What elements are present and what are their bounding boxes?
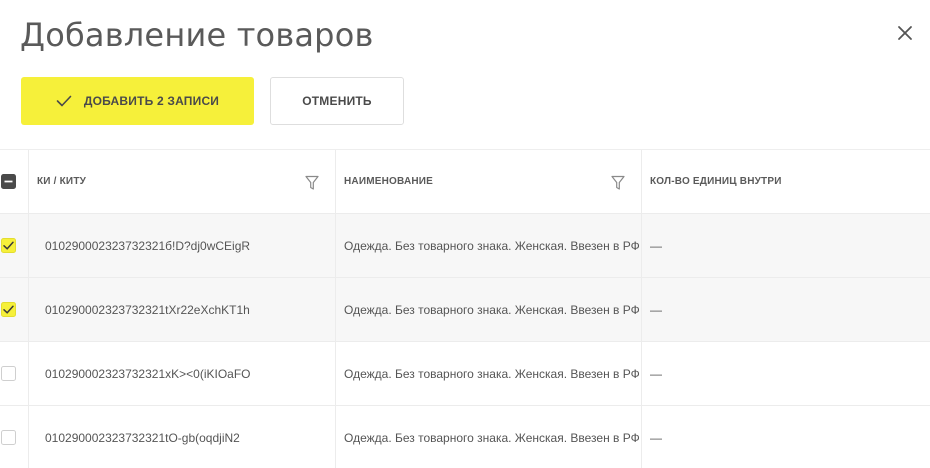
row-name: Одежда. Без товарного знака. Женская. Вв… [336,406,642,468]
cancel-button[interactable]: ОТМЕНИТЬ [270,77,404,125]
modal-title: Добавление товаров [20,16,374,54]
column-header-name-label: НАИМЕНОВАНИЕ [344,176,434,187]
row-code: 010290002323732321б!D?dj0wCEigR [29,214,336,277]
row-name: Одежда. Без товарного знака. Женская. Вв… [336,214,642,277]
add-records-button[interactable]: ДОБАВИТЬ 2 ЗАПИСИ [21,77,254,125]
row-qty: — [650,366,662,381]
table-row[interactable]: 010290002323732321tO-gb(oqdjiN2 Одежда. … [0,406,930,468]
add-goods-modal: Добавление товаров ДОБАВИТЬ 2 ЗАПИСИ ОТМ… [0,0,930,468]
check-icon [56,95,72,107]
row-code: 010290002323732321xK><0(iKIOaFO [29,342,336,405]
select-all-cell [0,150,29,213]
row-checkbox[interactable] [1,366,16,381]
row-select-cell [0,342,29,405]
row-checkbox[interactable] [1,238,16,253]
column-header-qty-label: КОЛ-ВО ЕДИНИЦ ВНУТРИ [650,176,782,187]
row-code: 010290002323732321tO-gb(oqdjiN2 [29,406,336,468]
add-records-label: ДОБАВИТЬ 2 ЗАПИСИ [83,94,220,108]
goods-table: КИ / КИТУ НАИМЕНОВАНИЕ КОЛ-ВО ЕДИНИЦ ВНУ… [0,149,930,468]
select-all-checkbox[interactable] [1,174,16,189]
filter-icon[interactable] [611,175,625,191]
row-code: 010290002323732321tXr22eXchKT1h [29,278,336,341]
column-header-name[interactable]: НАИМЕНОВАНИЕ [336,150,642,213]
row-select-cell [0,278,29,341]
table-header-row: КИ / КИТУ НАИМЕНОВАНИЕ КОЛ-ВО ЕДИНИЦ ВНУ… [0,150,930,214]
row-name: Одежда. Без товарного знака. Женская. Вв… [336,342,642,405]
row-checkbox[interactable] [1,430,16,445]
row-select-cell [0,214,29,277]
row-qty: — [650,302,662,317]
column-header-code-label: КИ / КИТУ [37,176,87,187]
close-icon[interactable] [894,22,916,44]
column-header-qty[interactable]: КОЛ-ВО ЕДИНИЦ ВНУТРИ [642,150,930,213]
cancel-label: ОТМЕНИТЬ [302,94,372,108]
row-qty: — [650,238,662,253]
filter-icon[interactable] [305,175,319,191]
row-checkbox[interactable] [1,302,16,317]
column-header-code[interactable]: КИ / КИТУ [29,150,336,213]
row-select-cell [0,406,29,468]
table-row[interactable]: 010290002323732321tXr22eXchKT1h Одежда. … [0,278,930,342]
table-row[interactable]: 010290002323732321xK><0(iKIOaFO Одежда. … [0,342,930,406]
table-row[interactable]: 010290002323732321б!D?dj0wCEigR Одежда. … [0,214,930,278]
row-qty: — [650,430,662,445]
row-name: Одежда. Без товарного знака. Женская. Вв… [336,278,642,341]
